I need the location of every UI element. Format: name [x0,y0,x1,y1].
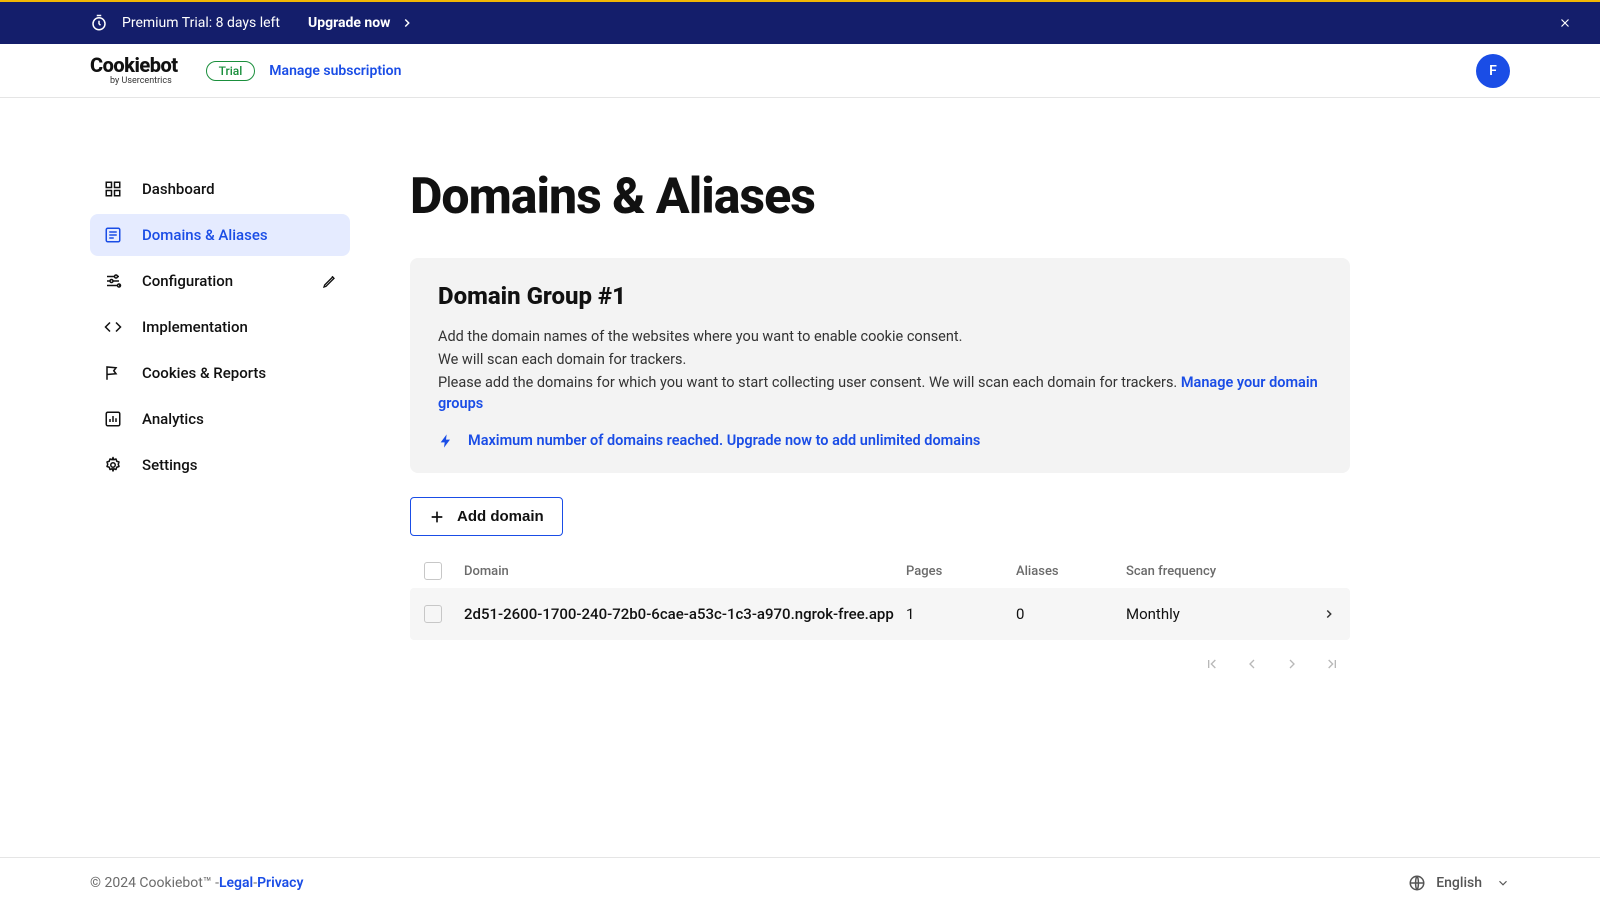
sidebar-item-implementation[interactable]: Implementation [90,306,350,348]
col-pages: Pages [906,564,1016,579]
flag-icon [104,364,124,382]
logo-main: Cookiebot [90,55,178,75]
sidebar-item-label: Implementation [142,318,248,336]
body: Dashboard Domains & Aliases Configuratio… [0,98,1600,857]
table-row[interactable]: 2d51-2600-1700-240-72b0-6cae-a53c-1c3-a9… [410,588,1350,640]
last-page-button[interactable] [1324,656,1340,672]
first-page-button[interactable] [1204,656,1220,672]
dashboard-icon [104,180,124,198]
col-domain: Domain [464,564,906,579]
row-expand-button[interactable] [1286,607,1336,621]
next-page-button[interactable] [1284,656,1300,672]
chevron-right-icon [400,16,414,30]
upgrade-notice-link[interactable]: Maximum number of domains reached. Upgra… [438,432,1322,449]
sidebar-item-settings[interactable]: Settings [90,444,350,486]
cell-scan-frequency: Monthly [1126,605,1286,623]
app-header: Cookiebot by Usercentrics Trial Manage s… [0,44,1600,98]
add-domain-button[interactable]: Add domain [410,497,563,536]
sidebar-item-label: Cookies & Reports [142,364,266,382]
sidebar: Dashboard Domains & Aliases Configuratio… [90,168,350,817]
bolt-icon [438,433,454,449]
page-title: Domains & Aliases [410,168,1350,226]
sidebar-item-label: Dashboard [142,180,215,198]
prev-page-button[interactable] [1244,656,1260,672]
domain-group-card: Domain Group #1 Add the domain names of … [410,258,1350,473]
globe-icon [1408,874,1426,892]
plus-icon [429,509,445,525]
desc-line: We will scan each domain for trackers. [438,349,1322,370]
chevron-down-icon [1496,876,1510,890]
manage-subscription-link[interactable]: Manage subscription [269,63,401,79]
sidebar-item-label: Settings [142,456,198,474]
trial-banner: Premium Trial: 8 days left Upgrade now [0,0,1600,44]
row-checkbox[interactable] [424,605,442,623]
close-banner-button[interactable] [1558,16,1572,30]
upgrade-now-link[interactable]: Upgrade now [308,15,414,31]
domain-table: Domain Pages Aliases Scan frequency 2d51… [410,554,1350,640]
user-avatar[interactable]: F [1476,54,1510,88]
upgrade-now-label: Upgrade now [308,15,390,31]
logo-sub: by Usercentrics [110,77,198,86]
upgrade-notice-text: Maximum number of domains reached. Upgra… [468,432,980,449]
legal-link[interactable]: Legal [219,875,253,891]
chart-icon [104,410,124,428]
sidebar-item-domains-aliases[interactable]: Domains & Aliases [90,214,350,256]
trial-pill: Trial [206,61,256,81]
code-icon [104,318,124,336]
add-domain-label: Add domain [457,508,544,525]
desc-line: Add the domain names of the websites whe… [438,326,1322,347]
list-icon [104,226,124,244]
sidebar-item-cookies-reports[interactable]: Cookies & Reports [90,352,350,394]
timer-icon [90,14,108,32]
edit-icon[interactable] [322,273,338,289]
main-content: Domains & Aliases Domain Group #1 Add th… [410,168,1350,817]
sidebar-item-label: Analytics [142,410,204,428]
language-selector[interactable]: English [1408,874,1510,892]
sliders-icon [104,272,124,290]
desc-line: Please add the domains for which you wan… [438,372,1322,414]
cell-pages: 1 [906,605,1016,623]
gear-icon [104,456,124,474]
language-label: English [1436,875,1482,891]
col-aliases: Aliases [1016,564,1126,579]
table-header: Domain Pages Aliases Scan frequency [410,554,1350,588]
group-title: Domain Group #1 [438,282,1322,310]
copyright-text: © 2024 Cookiebot™ - [90,875,219,891]
group-description: Add the domain names of the websites whe… [438,326,1322,414]
sidebar-item-label: Domains & Aliases [142,226,268,244]
footer: © 2024 Cookiebot™ - Legal - Privacy Engl… [0,857,1600,907]
sidebar-item-dashboard[interactable]: Dashboard [90,168,350,210]
sidebar-item-configuration[interactable]: Configuration [90,260,350,302]
cell-aliases: 0 [1016,605,1126,623]
col-scan-frequency: Scan frequency [1126,564,1286,579]
privacy-link[interactable]: Privacy [257,875,303,891]
sidebar-item-label: Configuration [142,272,233,290]
cell-domain: 2d51-2600-1700-240-72b0-6cae-a53c-1c3-a9… [464,605,906,623]
sidebar-item-analytics[interactable]: Analytics [90,398,350,440]
select-all-checkbox[interactable] [424,562,442,580]
logo[interactable]: Cookiebot by Usercentrics [90,55,178,86]
pagination [410,656,1350,672]
trial-text: Premium Trial: 8 days left [122,15,280,31]
